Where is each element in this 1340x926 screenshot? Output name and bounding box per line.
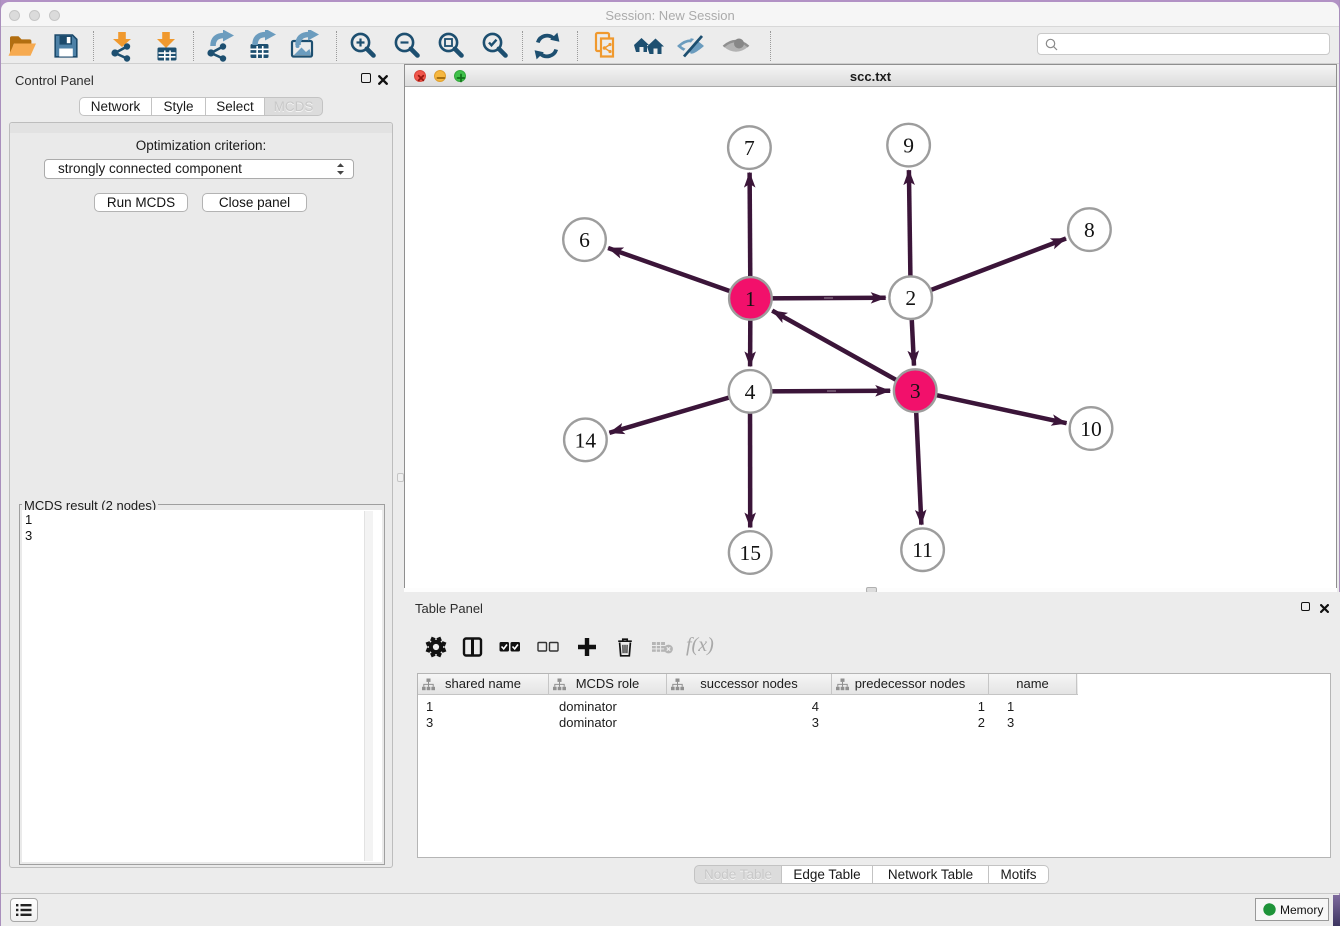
svg-text:8: 8 <box>1084 218 1095 242</box>
svg-text:9: 9 <box>903 134 914 158</box>
svg-text:3: 3 <box>910 379 921 403</box>
svg-text:1: 1 <box>745 287 756 311</box>
svg-text:10: 10 <box>1080 417 1102 441</box>
svg-text:14: 14 <box>575 428 597 452</box>
svg-text:4: 4 <box>745 380 756 404</box>
svg-text:15: 15 <box>739 541 761 565</box>
svg-text:11: 11 <box>912 538 933 562</box>
svg-text:2: 2 <box>905 286 916 310</box>
svg-text:7: 7 <box>744 136 755 160</box>
svg-text:6: 6 <box>579 228 590 252</box>
